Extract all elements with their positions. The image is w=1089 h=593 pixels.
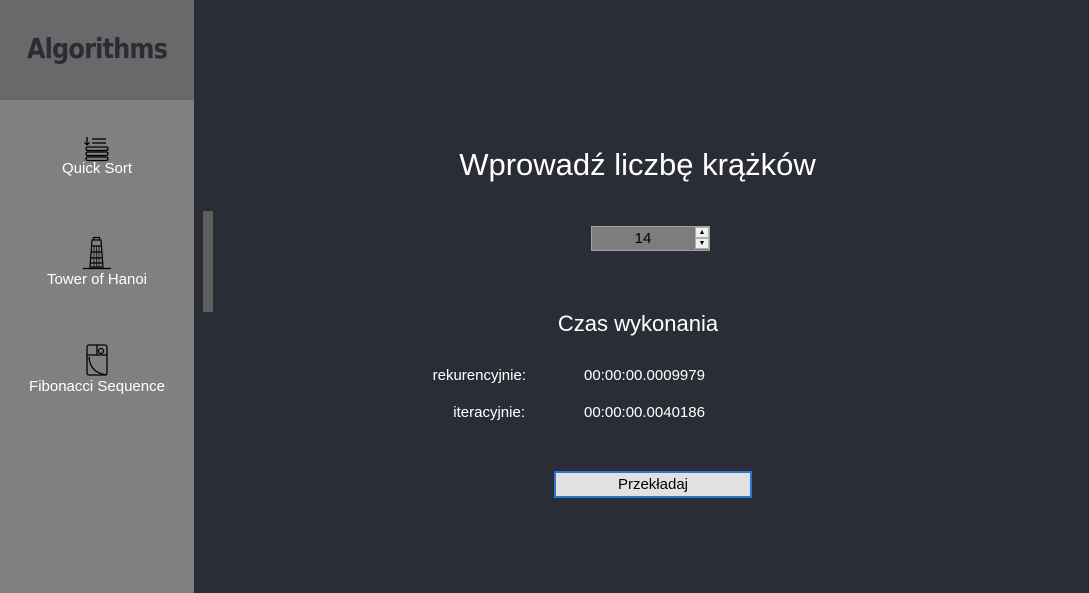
sidebar-item-quick-sort[interactable]: Quick Sort [0, 120, 194, 220]
app-title: Algorithms [26, 32, 168, 65]
sidebar-item-fibonacci-sequence[interactable]: Fibonacci Sequence [0, 337, 194, 437]
sidebar-item-label: Quick Sort [61, 160, 133, 177]
sidebar-item-label: Fibonacci Sequence [29, 378, 165, 395]
move-disks-button[interactable]: Przekładaj [554, 471, 752, 498]
sidebar-item-tower-of-hanoi[interactable]: Tower of Hanoi [0, 230, 194, 330]
iterative-label: iteracyjnie: [453, 404, 525, 421]
iterative-time-value: 00:00:00.0040186 [584, 404, 705, 421]
sidebar: Algorithms Quick Sort Tower of Hanoi Fib… [0, 0, 194, 593]
scrollbar-thumb[interactable] [203, 211, 213, 312]
sidebar-header: Algorithms [0, 0, 194, 100]
increment-button[interactable]: ▲ [695, 227, 709, 238]
recursive-time-value: 00:00:00.0009979 [584, 367, 705, 384]
disk-count-input[interactable]: 14 [592, 227, 694, 250]
spiral-icon [82, 343, 112, 376]
decrement-button[interactable]: ▼ [695, 238, 709, 249]
disk-count-stepper[interactable]: 14 ▲ ▼ [591, 226, 710, 251]
sidebar-item-label: Tower of Hanoi [46, 271, 148, 288]
app-window: Algorithms Quick Sort Tower of Hanoi Fib… [0, 0, 1089, 593]
recursive-label: rekurencyjnie: [432, 367, 526, 384]
tower-icon [82, 236, 112, 270]
execution-time-heading: Czas wykonania [557, 311, 719, 336]
page-title: Wprowadź liczbę krążków [459, 147, 816, 182]
